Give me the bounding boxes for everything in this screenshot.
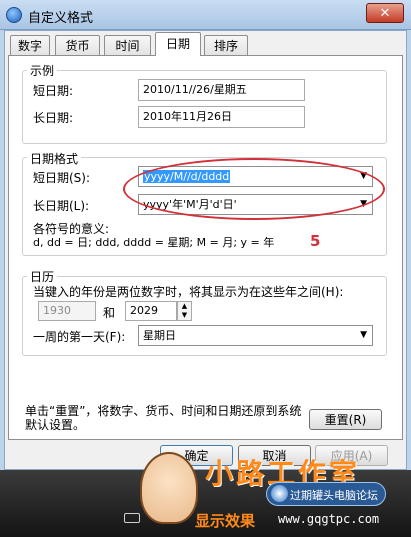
window-title: 自定义格式 xyxy=(28,11,94,26)
dropdown-arrow-icon[interactable]: ▼ xyxy=(360,326,367,345)
example-short-value: 2010/11//26/星期五 xyxy=(138,79,305,101)
example-long-label: 长日期: xyxy=(33,111,74,125)
year-to-field[interactable]: 2029 xyxy=(125,301,177,321)
tab-number[interactable]: 数字 xyxy=(10,35,50,55)
annotation-number: 5 xyxy=(310,232,321,250)
year-spinner[interactable]: ▲ ▼ xyxy=(177,301,192,321)
example-long-value: 2010年11月26日 xyxy=(138,106,305,128)
long-date-label: 长日期(L): xyxy=(33,199,90,213)
first-day-value[interactable]: 星期日 xyxy=(143,329,176,342)
reset-description: 单击“重置”，将数字、货币、时间和日期还原到系统默认设置。 xyxy=(25,404,302,432)
display-effect-text: 显示效果 xyxy=(195,512,256,530)
forum-name: 过期罐头电脑论坛 xyxy=(290,489,378,502)
tab-currency[interactable]: 货币 xyxy=(55,35,100,55)
first-day-combo[interactable]: 星期日 ▼ xyxy=(138,325,373,346)
tab-sort[interactable]: 排序 xyxy=(204,35,248,55)
tab-time[interactable]: 时间 xyxy=(104,35,151,55)
spin-down-icon[interactable]: ▼ xyxy=(178,311,191,320)
example-legend: 示例 xyxy=(27,62,58,79)
two-digit-year-text: 当键入的年份是两位数字时，将其显示为在这些年之间(H): xyxy=(33,285,344,299)
forum-url: www.gqgtpc.com xyxy=(278,512,380,526)
reset-button[interactable]: 重置(R) xyxy=(309,409,382,430)
first-day-label: 一周的第一天(F): xyxy=(33,330,126,344)
symbols-text: d, dd = 日; ddd, dddd = 星期; M = 月; y = 年 xyxy=(33,236,275,249)
example-short-label: 短日期: xyxy=(33,84,74,98)
and-label: 和 xyxy=(103,306,116,320)
forum-logo-icon xyxy=(271,485,288,502)
short-date-label: 短日期(S): xyxy=(33,171,91,185)
date-format-legend: 日期格式 xyxy=(27,150,82,167)
globe-icon xyxy=(6,7,22,23)
close-button[interactable]: ✕ xyxy=(366,3,404,23)
keyboard-icon xyxy=(124,513,140,523)
red-annotation-oval xyxy=(123,158,385,220)
spin-up-icon[interactable]: ▲ xyxy=(178,302,191,311)
year-from-field: 1930 xyxy=(38,301,96,321)
tab-date[interactable]: 日期 xyxy=(155,32,201,56)
mascot-image xyxy=(140,452,198,524)
